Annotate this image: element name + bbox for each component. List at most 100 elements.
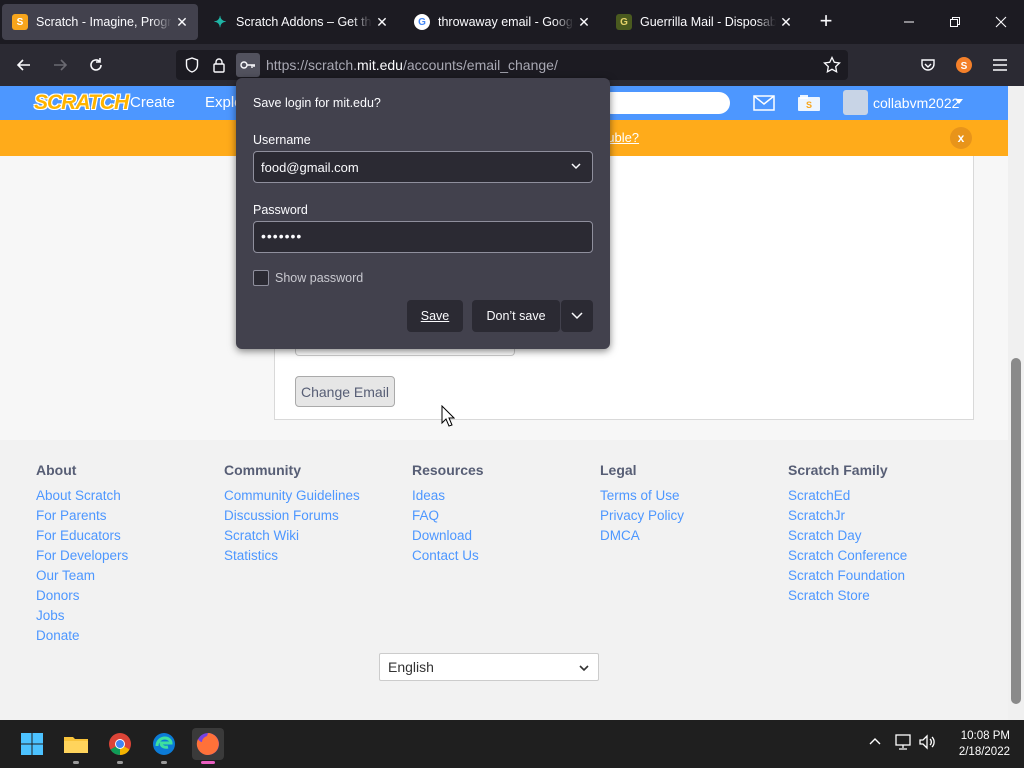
messages-envelope-icon[interactable] (751, 91, 777, 115)
edge-icon[interactable] (148, 728, 180, 764)
browser-tab-scratch[interactable]: S Scratch - Imagine, Program, Share ✕ (2, 4, 198, 40)
bookmark-star-icon[interactable] (820, 53, 844, 77)
forward-arrow-icon[interactable] (48, 53, 72, 77)
extension-icon[interactable]: S (952, 53, 976, 77)
footer-link[interactable]: ScratchEd (788, 486, 907, 506)
menu-hamburger-icon[interactable] (988, 53, 1012, 77)
system-clock[interactable]: 10:08 PM 2/18/2022 (944, 728, 1010, 760)
footer-link[interactable]: Scratch Conference (788, 546, 907, 566)
dont-save-button[interactable]: Don’t save (472, 300, 560, 332)
footer-link[interactable]: Terms of Use (600, 486, 684, 506)
lock-icon[interactable] (207, 53, 231, 77)
tab-title: Scratch Addons – Get this Extension (236, 15, 372, 29)
url-text[interactable]: https://scratch.mit.edu/accounts/email_c… (266, 57, 558, 73)
footer-link[interactable]: Scratch Wiki (224, 526, 360, 546)
footer-link[interactable]: FAQ (412, 506, 484, 526)
account-username[interactable]: collabvm2022 (873, 95, 959, 111)
show-password-label[interactable]: Show password (275, 271, 363, 285)
volume-icon[interactable] (918, 734, 938, 755)
footer-link[interactable]: For Parents (36, 506, 128, 526)
url-domain: mit.edu (357, 57, 403, 73)
page-scrollbar[interactable] (1008, 86, 1024, 720)
username-field[interactable]: food@gmail.com (253, 151, 593, 183)
footer-link[interactable]: Ideas (412, 486, 484, 506)
chrome-icon[interactable] (104, 728, 136, 764)
close-window-icon[interactable] (978, 8, 1024, 36)
username-label: Username (253, 133, 311, 147)
footer-link[interactable]: Scratch Store (788, 586, 907, 606)
back-arrow-icon[interactable] (12, 53, 36, 77)
save-login-popup: Save login for mit.edu? Username food@gm… (236, 78, 610, 349)
footer-link[interactable]: Contact Us (412, 546, 484, 566)
language-select[interactable]: English (379, 653, 599, 681)
account-dropdown-caret-icon[interactable] (955, 99, 963, 104)
restore-icon[interactable] (932, 8, 978, 36)
footer-link[interactable]: Our Team (36, 566, 128, 586)
footer-link[interactable]: Statistics (224, 546, 360, 566)
search-input[interactable] (600, 92, 730, 114)
reload-icon[interactable] (84, 53, 108, 77)
footer-link[interactable]: Donate (36, 626, 128, 646)
change-email-button[interactable]: Change Email (295, 376, 395, 407)
site-footer: About About Scratch For Parents For Educ… (0, 440, 1008, 720)
password-value: ••••••• (261, 228, 303, 244)
minimize-icon[interactable] (886, 8, 932, 36)
scratch-logo[interactable]: SCRATCH (34, 91, 129, 115)
popup-title: Save login for mit.edu? (253, 96, 381, 110)
footer-link[interactable]: DMCA (600, 526, 684, 546)
google-icon: G (414, 14, 430, 30)
url-prefix: https://scratch. (266, 57, 358, 73)
footer-link[interactable]: For Educators (36, 526, 128, 546)
footer-heading: About (36, 462, 77, 478)
close-tab-icon[interactable]: ✕ (174, 14, 190, 31)
footer-link[interactable]: Scratch Foundation (788, 566, 907, 586)
address-bar[interactable]: https://scratch.mit.edu/accounts/email_c… (176, 50, 848, 80)
footer-heading: Community (224, 462, 301, 478)
guerrilla-mail-icon: G (616, 14, 632, 30)
scrollbar-thumb[interactable] (1011, 358, 1021, 704)
clock-time: 10:08 PM (960, 730, 1010, 742)
taskbar-running-indicator (201, 761, 215, 764)
chevron-up-icon[interactable] (868, 734, 882, 753)
pocket-icon[interactable] (916, 53, 940, 77)
close-tab-icon[interactable]: ✕ (374, 14, 390, 31)
chevron-down-icon[interactable] (570, 160, 582, 175)
show-password-checkbox[interactable] (253, 270, 269, 286)
browser-tab-google-search[interactable]: G throwaway email - Google Search ✕ (404, 4, 600, 40)
footer-heading: Resources (412, 462, 484, 478)
footer-link[interactable]: For Developers (36, 546, 128, 566)
footer-link[interactable]: Scratch Day (788, 526, 907, 546)
password-field[interactable]: ••••••• (253, 221, 593, 253)
new-tab-icon[interactable]: + (814, 10, 838, 34)
close-tab-icon[interactable]: ✕ (576, 14, 592, 31)
footer-link[interactable]: About Scratch (36, 486, 128, 506)
close-tab-icon[interactable]: ✕ (778, 14, 794, 31)
browser-tab-guerrilla-mail[interactable]: G Guerrilla Mail - Disposable Temporary … (606, 4, 802, 40)
footer-link[interactable]: Discussion Forums (224, 506, 360, 526)
more-options-dropdown[interactable] (561, 300, 593, 332)
firefox-icon[interactable] (192, 728, 224, 764)
footer-link[interactable]: Jobs (36, 606, 128, 626)
tab-title: Guerrilla Mail - Disposable Temporary E-… (640, 15, 776, 29)
avatar[interactable] (843, 90, 868, 115)
footer-link[interactable]: Download (412, 526, 484, 546)
tracking-shield-icon[interactable] (180, 53, 204, 77)
network-icon[interactable] (894, 734, 912, 755)
key-icon[interactable] (236, 53, 260, 77)
footer-link[interactable]: Privacy Policy (600, 506, 684, 526)
windows-start-icon[interactable] (16, 728, 48, 760)
browser-tab-strip: S Scratch - Imagine, Program, Share ✕ ✦ … (0, 0, 1024, 44)
footer-column-legal: Legal Terms of Use Privacy Policy DMCA (600, 462, 684, 546)
save-button[interactable]: Save (407, 300, 463, 332)
browser-tab-scratch-addons[interactable]: ✦ Scratch Addons – Get this Extension ✕ (202, 4, 398, 40)
footer-link[interactable]: Community Guidelines (224, 486, 360, 506)
footer-column-about: About About Scratch For Parents For Educ… (36, 462, 128, 646)
my-stuff-folder-icon[interactable]: S (796, 91, 822, 115)
file-explorer-icon[interactable] (60, 728, 92, 764)
nav-create-link[interactable]: Create (130, 94, 175, 111)
tab-title: throwaway email - Google Search (438, 15, 574, 29)
footer-link[interactable]: ScratchJr (788, 506, 907, 526)
footer-link[interactable]: Donors (36, 586, 128, 606)
svg-text:S: S (961, 61, 968, 72)
banner-close-icon[interactable]: x (950, 127, 972, 149)
